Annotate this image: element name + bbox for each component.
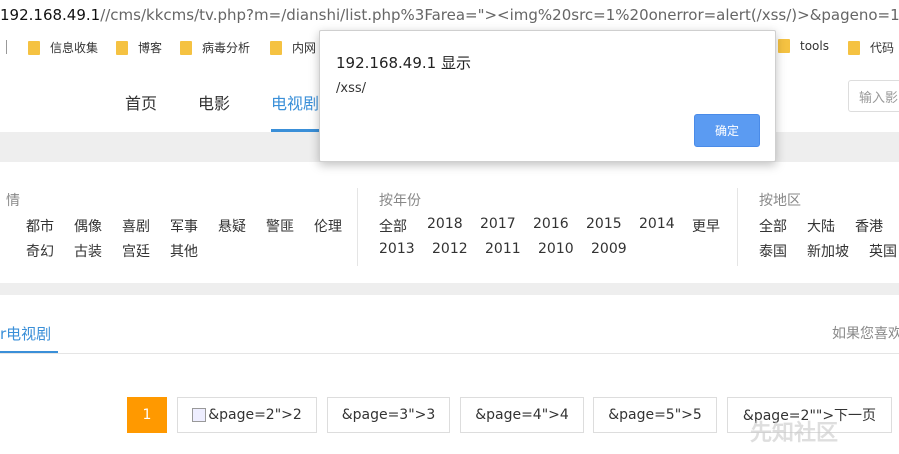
filter-year-item[interactable]: 2010 (538, 241, 574, 257)
page-button[interactable]: &page=4">4 (460, 397, 584, 433)
nav-tv-series[interactable]: 电视剧 (271, 90, 319, 114)
bookmark-label: 博客 (138, 41, 163, 55)
bookmark-item[interactable]: 代码 (848, 39, 894, 56)
filter-genre-item[interactable]: 警匪 (266, 216, 294, 236)
bookmark-separator (6, 40, 7, 54)
address-bar[interactable]: 192.168.49.1//cms/kkcms/tv.php?m=/diansh… (0, 0, 899, 30)
filter-year-item[interactable]: 2013 (379, 241, 415, 257)
alert-ok-button[interactable]: 确定 (694, 114, 760, 147)
broken-image-icon (192, 408, 207, 422)
bookmark-label: 内网 (292, 41, 317, 55)
bookmark-item[interactable]: 内网 (270, 39, 316, 56)
search-input[interactable]: 输入影 (848, 80, 899, 112)
filter-genre-item[interactable]: 都市 (26, 216, 54, 236)
filter-genre-item[interactable]: 宫廷 (122, 241, 150, 261)
filter-area-item[interactable]: 全部 (759, 216, 787, 236)
filter-year-item[interactable]: 2016 (533, 216, 569, 232)
page-button[interactable]: &page=3">3 (327, 397, 450, 433)
filter-year-item[interactable]: 2012 (432, 241, 468, 257)
filter-year-item[interactable]: 2018 (427, 216, 463, 232)
filter-genre-item[interactable]: 军事 (170, 216, 198, 236)
watermark: 先知社区 (750, 421, 839, 446)
nav-movies[interactable]: 电影 (198, 90, 230, 114)
filter-genre-item[interactable]: 奇幻 (26, 241, 54, 261)
bookmark-label: 病毒分析 (202, 41, 251, 55)
filter-area-title: 按地区 (759, 193, 801, 209)
alert-dialog: 192.168.49.1 显示 /xss/ 确定 (319, 30, 776, 162)
bookmark-item[interactable]: 信息收集 (28, 39, 98, 56)
folder-icon (270, 40, 282, 55)
filter-area-item[interactable]: 新加坡 (807, 241, 849, 261)
filter-area-item[interactable]: 大陆 (807, 216, 835, 236)
filter-genre-item[interactable]: 偶像 (74, 216, 102, 236)
page-button[interactable]: &page=2">2 (177, 397, 317, 433)
url-path: //cms/kkcms/tv.php?m=/dianshi/list.php%3… (100, 6, 899, 24)
page-button-current[interactable]: 1 (127, 397, 167, 433)
filter-genre-title: 情 (6, 193, 20, 209)
alert-message: /xss/ (336, 81, 366, 96)
bookmark-item[interactable]: 博客 (116, 39, 162, 56)
url-host: 192.168.49.1 (0, 6, 101, 24)
folder-icon (116, 40, 128, 55)
filter-year-item[interactable]: 全部 (379, 216, 407, 236)
section-divider (0, 283, 899, 295)
filter-divider (357, 188, 358, 266)
bookmark-item[interactable]: 病毒分析 (180, 39, 250, 56)
filter-year-title: 按年份 (379, 193, 421, 209)
tab-baseline (0, 353, 899, 354)
nav-home[interactable]: 首页 (125, 90, 157, 114)
filter-year-item[interactable]: 2009 (591, 241, 627, 257)
filter-genre-item[interactable]: 其他 (170, 241, 198, 261)
filter-genre-item[interactable]: 悬疑 (218, 216, 246, 236)
folder-icon (848, 40, 860, 55)
bookmark-label: 信息收集 (50, 41, 99, 55)
filter-area-item[interactable]: 香港 (855, 216, 883, 236)
bookmark-label: tools (800, 39, 829, 53)
filter-divider (737, 188, 738, 266)
filter-year-item[interactable]: 更早 (692, 216, 720, 236)
filter-year-item[interactable]: 2011 (485, 241, 521, 257)
filter-area-item[interactable]: 泰国 (759, 241, 787, 261)
filter-year-item[interactable]: 2014 (639, 216, 675, 232)
bookmark-label: 代码 (870, 41, 895, 55)
page-button[interactable]: &page=5">5 (593, 397, 717, 433)
alert-title: 192.168.49.1 显示 (336, 54, 471, 72)
filter-area-item[interactable]: 英国 (869, 241, 897, 261)
filter-genre-item[interactable]: 喜剧 (122, 216, 150, 236)
filter-year-item[interactable]: 2017 (480, 216, 516, 232)
filter-genre-item[interactable]: 古装 (74, 241, 102, 261)
folder-icon (28, 40, 40, 55)
tab-tv-series[interactable]: r电视剧 (0, 323, 51, 344)
folder-icon (778, 39, 790, 53)
bookmark-item[interactable]: tools (778, 39, 829, 53)
filter-genre-item[interactable]: 伦理 (314, 216, 342, 236)
filter-year-item[interactable]: 2015 (586, 216, 622, 232)
recommend-label: 如果您喜欢 (832, 326, 899, 342)
page-button-label: &page=2">2 (208, 407, 302, 423)
folder-icon (180, 40, 192, 55)
